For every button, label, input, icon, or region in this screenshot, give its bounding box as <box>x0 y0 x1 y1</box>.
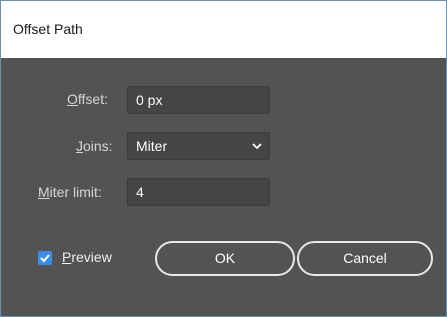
joins-label: Joins: <box>76 138 113 154</box>
dialog-title: Offset Path <box>13 21 83 37</box>
offset-input[interactable]: 0 px <box>127 86 270 114</box>
joins-label-text: oins: <box>83 138 113 154</box>
miter-limit-label-mnemonic: M <box>38 184 50 200</box>
chevron-down-icon <box>252 143 262 150</box>
offset-value: 0 px <box>136 92 163 108</box>
preview-label-text: review <box>71 249 112 265</box>
ok-button[interactable]: OK <box>155 241 295 276</box>
miter-limit-input[interactable]: 4 <box>127 178 270 206</box>
preview-checkbox[interactable] <box>38 251 52 265</box>
preview-label-mnemonic: P <box>62 249 72 265</box>
joins-select[interactable]: Miter <box>127 132 270 160</box>
dialog-titlebar[interactable]: Offset Path <box>1 1 446 58</box>
joins-label-mnemonic: J <box>76 138 83 154</box>
offset-label: Offset: <box>67 91 108 107</box>
miter-limit-value: 4 <box>136 184 144 200</box>
offset-label-mnemonic: O <box>67 91 78 107</box>
miter-limit-label-text: iter limit: <box>49 184 102 200</box>
offset-label-text: ffset: <box>77 91 108 107</box>
miter-limit-label: Miter limit: <box>38 184 102 200</box>
joins-value: Miter <box>136 138 168 154</box>
cancel-button[interactable]: Cancel <box>297 241 433 276</box>
checkmark-icon <box>40 254 50 263</box>
preview-label[interactable]: Preview <box>62 249 112 265</box>
offset-path-dialog: Offset Path Offset: 0 px Joins: Miter Mi… <box>0 0 447 317</box>
